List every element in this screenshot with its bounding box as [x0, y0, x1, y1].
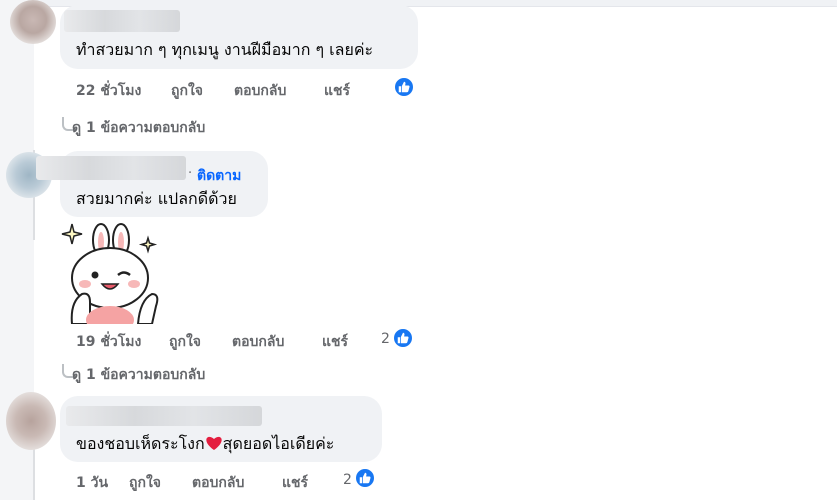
sparkle-icon: [138, 235, 158, 254]
reply-button[interactable]: ตอบกลับ: [192, 472, 244, 494]
like-reaction-badge[interactable]: [393, 76, 415, 98]
commenter-name-redacted[interactable]: [36, 156, 186, 180]
commenter-name-redacted[interactable]: [66, 406, 262, 426]
comment-text: สวยมากค่ะ แปลกดีด้วย: [76, 189, 237, 208]
comment-actions: 22 ชั่วโมง ถูกใจ ตอบกลับ แชร์: [76, 80, 396, 99]
share-button[interactable]: แชร์: [322, 331, 348, 353]
comment-time[interactable]: 22 ชั่วโมง: [76, 80, 141, 102]
reply-button[interactable]: ตอบกลับ: [234, 80, 286, 102]
separator-dot: ·: [188, 166, 193, 181]
like-reaction-badge[interactable]: [392, 327, 414, 349]
thumbs-up-icon: [398, 81, 410, 93]
like-button[interactable]: ถูกใจ: [129, 472, 161, 494]
comment-actions: 1 วัน ถูกใจ ตอบกลับ แชร์: [76, 472, 356, 491]
reply-button[interactable]: ตอบกลับ: [232, 331, 284, 353]
thumbs-up-icon: [397, 332, 409, 344]
commenter-name-redacted[interactable]: [64, 10, 180, 32]
comment-text: ของชอบเห็ดระโงก สุดยอดไอเดียค่ะ: [76, 432, 334, 457]
sparkle-icon: [61, 223, 83, 245]
view-replies-link[interactable]: ดู 1 ข้อความตอบกลับ: [62, 117, 282, 136]
comment-actions: 19 ชั่วโมง ถูกใจ ตอบกลับ แชร์: [76, 331, 396, 350]
like-button[interactable]: ถูกใจ: [171, 80, 203, 102]
avatar[interactable]: [10, 0, 56, 44]
share-button[interactable]: แชร์: [324, 80, 350, 102]
comment-text-part: ของชอบเห็ดระโงก: [76, 434, 205, 453]
comment-text-part: สุดยอดไอเดียค่ะ: [222, 434, 335, 453]
reaction-count[interactable]: 2: [381, 331, 390, 347]
like-reaction-badge[interactable]: [354, 467, 376, 489]
bunny-thumbs-up-sticker[interactable]: [58, 220, 162, 324]
comment-time[interactable]: 19 ชั่วโมง: [76, 331, 141, 353]
heart-emoji-icon: [206, 436, 222, 450]
follow-button[interactable]: ติดตาม: [197, 165, 241, 187]
thumbs-up-icon: [359, 472, 371, 484]
reaction-count[interactable]: 2: [343, 472, 352, 488]
comment-time[interactable]: 1 วัน: [76, 472, 108, 494]
share-button[interactable]: แชร์: [282, 472, 308, 494]
comment-text: ทำสวยมาก ๆ ทุกเมนู งานฝีมือมาก ๆ เลยค่ะ: [76, 40, 374, 59]
view-replies-link[interactable]: ดู 1 ข้อความตอบกลับ: [62, 364, 282, 383]
avatar[interactable]: [6, 392, 56, 450]
like-button[interactable]: ถูกใจ: [169, 331, 201, 353]
